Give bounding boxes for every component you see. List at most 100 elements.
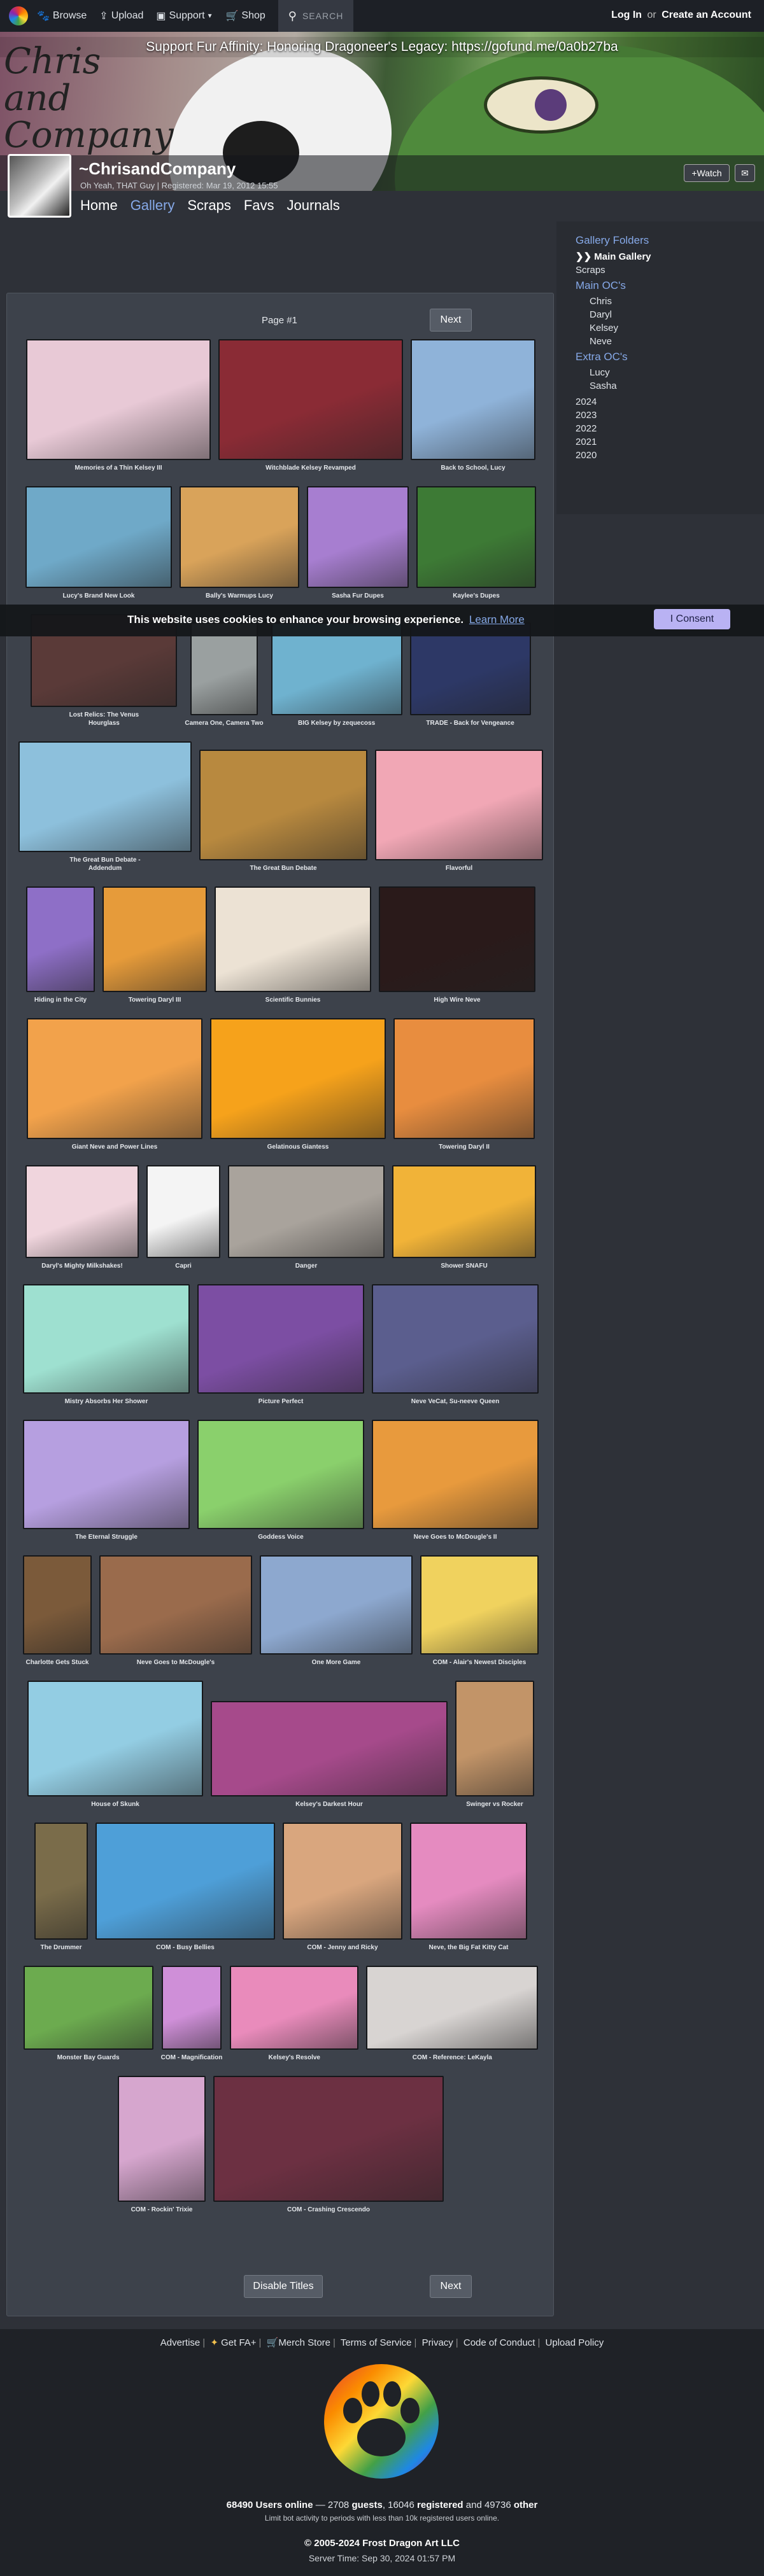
gallery-thumbnail[interactable] [23,1284,190,1394]
gallery-item[interactable]: The Great Bun Debate - Addendum [18,741,192,872]
gallery-item-title[interactable]: Hiding in the City [34,996,87,1004]
gallery-item-title[interactable]: Daryl's Mighty Milkshakes! [41,1262,122,1270]
gallery-thumbnail[interactable] [25,1165,139,1258]
tab-favs[interactable]: Favs [244,197,274,214]
gallery-thumbnail[interactable] [197,1284,364,1394]
code-of-conduct-link[interactable]: Code of Conduct [463,2337,535,2348]
gallery-item-title[interactable]: The Eternal Struggle [75,1533,138,1541]
gallery-item[interactable]: COM - Busy Bellies [96,1823,275,1952]
shop-link[interactable]: 🛒 Shop [225,10,265,22]
gallery-item[interactable]: Lucy's Brand New Look [25,486,172,600]
gallery-item-title[interactable]: Goddess Voice [258,1533,304,1541]
disable-titles-button[interactable]: Disable Titles [244,2275,323,2298]
gallery-thumbnail[interactable] [366,1966,539,2050]
upload-link[interactable]: ⇪ Upload [99,10,143,22]
gallery-item[interactable]: Neve Goes to McDougle's II [372,1420,539,1541]
learn-more-link[interactable]: Learn More [469,613,525,626]
gallery-thumbnail[interactable] [420,1555,539,1655]
gallery-item[interactable]: High Wire Neve [379,886,535,1004]
folder-2024[interactable]: 2024 [576,396,755,407]
gallery-item[interactable]: Giant Neve and Power Lines [27,1018,202,1151]
gallery-item-title[interactable]: Lucy's Brand New Look [63,592,135,600]
gallery-item[interactable]: COM - Crashing Crescendo [213,2076,444,2214]
folder-2022[interactable]: 2022 [576,423,755,434]
gallery-thumbnail[interactable] [230,1966,359,2050]
gallery-thumbnail[interactable] [375,750,543,860]
gallery-thumbnail[interactable] [26,886,95,992]
gallery-thumbnail[interactable] [379,886,535,992]
browse-link[interactable]: 🐾 Browse [37,10,87,22]
gallery-item[interactable]: The Drummer [34,1823,88,1952]
gallery-item-title[interactable]: Towering Daryl II [439,1143,490,1151]
gallery-thumbnail[interactable] [23,1966,153,2050]
gallery-item-title[interactable]: COM - Jenny and Ricky [307,1943,378,1952]
folder-lucy[interactable]: Lucy [590,367,755,378]
gallery-item-title[interactable]: Kelsey's Resolve [269,2054,320,2062]
gallery-item-title[interactable]: Towering Daryl III [129,996,181,1004]
gallery-item-title[interactable]: COM - Magnification [161,2054,223,2062]
gallery-item[interactable]: Danger [228,1165,385,1270]
gallery-thumbnail[interactable] [372,1420,539,1529]
gallery-item[interactable]: COM - Magnification [161,1966,223,2062]
gallery-item[interactable]: Daryl's Mighty Milkshakes! [25,1165,139,1270]
gallery-item[interactable]: BIG Kelsey by zequecoss [271,622,402,727]
next-button-bottom[interactable]: Next [430,2275,472,2298]
gallery-thumbnail[interactable] [218,339,403,460]
gallery-thumbnail[interactable] [25,486,172,588]
gallery-item[interactable]: Witchblade Kelsey Revamped [218,339,403,472]
gallery-item-title[interactable]: Witchblade Kelsey Revamped [265,464,356,472]
gallery-item[interactable]: Neve VeCat, Su-neeve Queen [372,1284,539,1406]
advertise-link[interactable]: Advertise [160,2337,201,2348]
gallery-item-title[interactable]: One More Game [312,1658,361,1667]
gallery-item-title[interactable]: Swinger vs Rocker [466,1800,523,1809]
gallery-item[interactable]: Neve, the Big Fat Kitty Cat [410,1823,527,1952]
gallery-thumbnail[interactable] [161,1966,222,2050]
gallery-thumbnail[interactable] [210,1018,386,1139]
gallery-item[interactable]: The Great Bun Debate [199,750,367,872]
gallery-item[interactable]: Towering Daryl III [103,886,207,1004]
gallery-item-title[interactable]: TRADE - Back for Vengeance [426,719,514,727]
tab-gallery[interactable]: Gallery [131,197,175,214]
gallery-item-title[interactable]: The Great Bun Debate - Addendum [57,856,153,872]
gallery-item[interactable]: Kelsey's Darkest Hour [211,1701,448,1809]
gallery-item[interactable]: Goddess Voice [197,1420,364,1541]
folder-2023[interactable]: 2023 [576,410,755,421]
gallery-item-title[interactable]: Danger [295,1262,317,1270]
gallery-thumbnail[interactable] [411,339,535,460]
gallery-item-title[interactable]: Neve, the Big Fat Kitty Cat [428,1943,508,1952]
search-button[interactable]: ⚲ SEARCH [278,0,354,32]
gallery-item[interactable]: Swinger vs Rocker [455,1681,534,1809]
gallery-item-title[interactable]: Shower SNAFU [441,1262,487,1270]
gallery-item-title[interactable]: House of Skunk [91,1800,139,1809]
gallery-thumbnail[interactable] [146,1165,220,1258]
consent-button[interactable]: I Consent [654,609,730,629]
gallery-item[interactable]: Charlotte Gets Stuck [23,1555,92,1667]
gallery-thumbnail[interactable] [96,1823,275,1940]
gallery-item-title[interactable]: Neve Goes to McDougle's [137,1658,215,1667]
gallery-item[interactable]: TRADE - Back for Vengeance [409,622,531,727]
gallery-thumbnail[interactable] [18,741,192,852]
gallery-thumbnail[interactable] [416,486,536,588]
tab-journals[interactable]: Journals [287,197,340,214]
gallery-item[interactable]: Towering Daryl II [393,1018,535,1151]
gallery-thumbnail[interactable] [228,1165,385,1258]
support-menu[interactable]: ▣ Support ▼ [156,10,213,22]
folder-2021[interactable]: 2021 [576,437,755,447]
gallery-thumbnail[interactable] [180,486,299,588]
gallery-thumbnail[interactable] [260,1555,413,1655]
gallery-item-title[interactable]: Flavorful [446,864,472,872]
gallery-item[interactable]: Monster Bay Guards [23,1966,153,2062]
gallery-item[interactable]: Camera One, Camera Two [185,622,264,727]
gallery-item[interactable]: Memories of a Thin Kelsey III [26,339,211,472]
username[interactable]: ~ChrisandCompany [79,159,236,179]
gallery-item-title[interactable]: Neve Goes to McDougle's II [414,1533,497,1541]
create-account-link[interactable]: Create an Account [661,10,751,20]
gallery-item-title[interactable]: Kelsey's Darkest Hour [295,1800,363,1809]
folder-scraps[interactable]: Scraps [576,265,755,276]
gallery-item-title[interactable]: Charlotte Gets Stuck [26,1658,89,1667]
gallery-thumbnail[interactable] [213,2076,444,2202]
gallery-item-title[interactable]: Giant Neve and Power Lines [72,1143,157,1151]
gallery-thumbnail[interactable] [99,1555,252,1655]
watch-button[interactable]: +Watch [684,164,730,182]
gallery-item[interactable]: Flavorful [375,750,543,872]
